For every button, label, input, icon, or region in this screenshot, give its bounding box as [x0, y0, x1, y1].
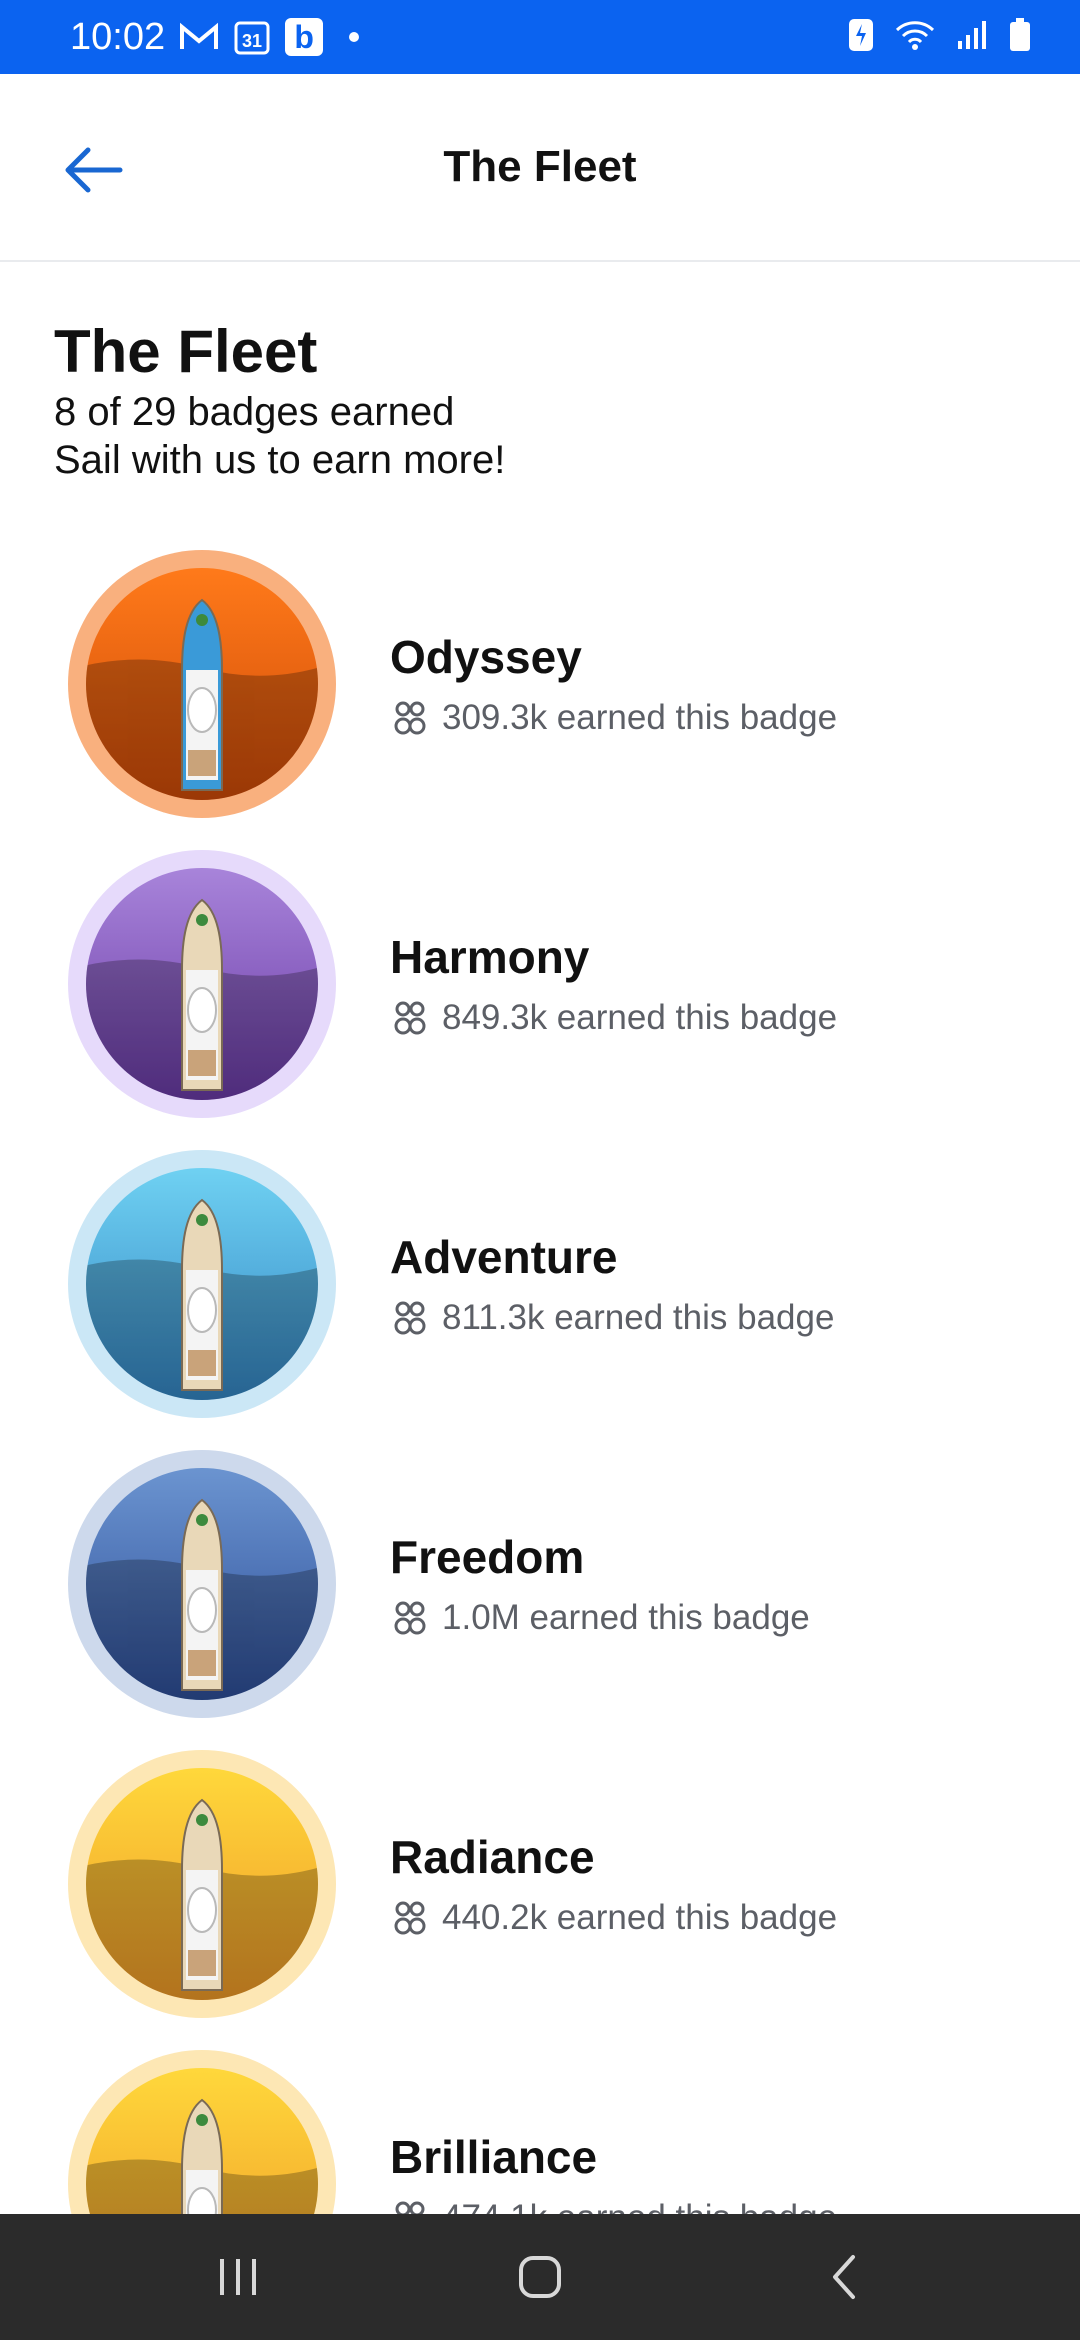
status-right [848, 0, 1032, 74]
gmail-icon [179, 22, 219, 52]
notification-dot [349, 32, 360, 42]
badge-earned-count: 811.3k earned this badge [390, 1298, 834, 1338]
badge-item[interactable]: Freedom 1.0M earned this badge [0, 1446, 1080, 1746]
status-time: 10:02 [70, 15, 166, 58]
badge-stat-text: 440.2k earned this badge [442, 1898, 838, 1937]
home-icon [519, 2256, 561, 2298]
people-icon [394, 1301, 426, 1335]
badge-earned-count: 1.0M earned this badge [390, 1598, 810, 1638]
people-icon [394, 1001, 426, 1035]
badge-earned-count: 849.3k earned this badge [390, 998, 837, 1038]
recent-apps-button[interactable] [178, 2214, 298, 2340]
people-icon [394, 1901, 426, 1935]
badge-image [68, 1750, 336, 2018]
calendar-day: 31 [242, 31, 262, 51]
badge-name: Radiance [390, 1831, 595, 1883]
badge-image [68, 1150, 336, 1418]
badge-image [68, 1450, 336, 1718]
badge-item[interactable]: Radiance 440.2k earned this badge [0, 1746, 1080, 2046]
badge-stat-text: 849.3k earned this badge [442, 998, 838, 1037]
booking-icon: b [285, 18, 324, 56]
badge-earned-count: 309.3k earned this badge [390, 698, 837, 738]
badge-name: Freedom [390, 1531, 585, 1583]
badge-earned-count: 440.2k earned this badge [390, 1898, 837, 1938]
badge-image [68, 850, 336, 1118]
system-back-button[interactable] [784, 2214, 904, 2340]
recent-apps-icon [220, 2259, 256, 2295]
badge-name: Brilliance [390, 2131, 598, 2183]
badge-name: Adventure [390, 1231, 618, 1283]
system-nav-bar [0, 2214, 1080, 2340]
wifi-icon [894, 18, 936, 57]
badges-progress: 8 of 29 badges earned [54, 390, 455, 434]
page-title: The Fleet [54, 318, 318, 385]
people-icon [394, 701, 426, 735]
badge-list: Odyssey 309.3k earned this badge Harmony 84… [0, 546, 1080, 2346]
status-left: 10:02 31 b [70, 0, 360, 74]
status-bar: 10:02 31 b [0, 0, 1080, 74]
badge-item[interactable]: Harmony 849.3k earned this badge [0, 846, 1080, 1146]
badge-item[interactable]: Odyssey 309.3k earned this badge [0, 546, 1080, 846]
intro-section: The Fleet 8 of 29 badges earned Sail wit… [54, 316, 1034, 484]
badge-item[interactable]: Adventure 811.3k earned this badge [0, 1146, 1080, 1446]
earn-more-text: Sail with us to earn more! [54, 438, 506, 482]
battery-saver-icon [848, 18, 874, 57]
signal-icon [956, 19, 988, 56]
badge-image [68, 550, 336, 818]
home-button[interactable] [480, 2214, 600, 2340]
app-header: The Fleet [0, 74, 1080, 262]
badge-stat-text: 1.0M earned this badge [442, 1598, 810, 1637]
badge-name: Odyssey [390, 631, 582, 683]
badge-stat-text: 811.3k earned this badge [442, 1298, 835, 1337]
back-icon [833, 2255, 855, 2299]
people-icon [394, 1601, 426, 1635]
badge-name: Harmony [390, 931, 590, 983]
battery-icon [1008, 17, 1032, 58]
calendar-icon: 31 [233, 18, 271, 56]
header-title: The Fleet [443, 142, 637, 191]
badge-stat-text: 309.3k earned this badge [442, 698, 838, 737]
